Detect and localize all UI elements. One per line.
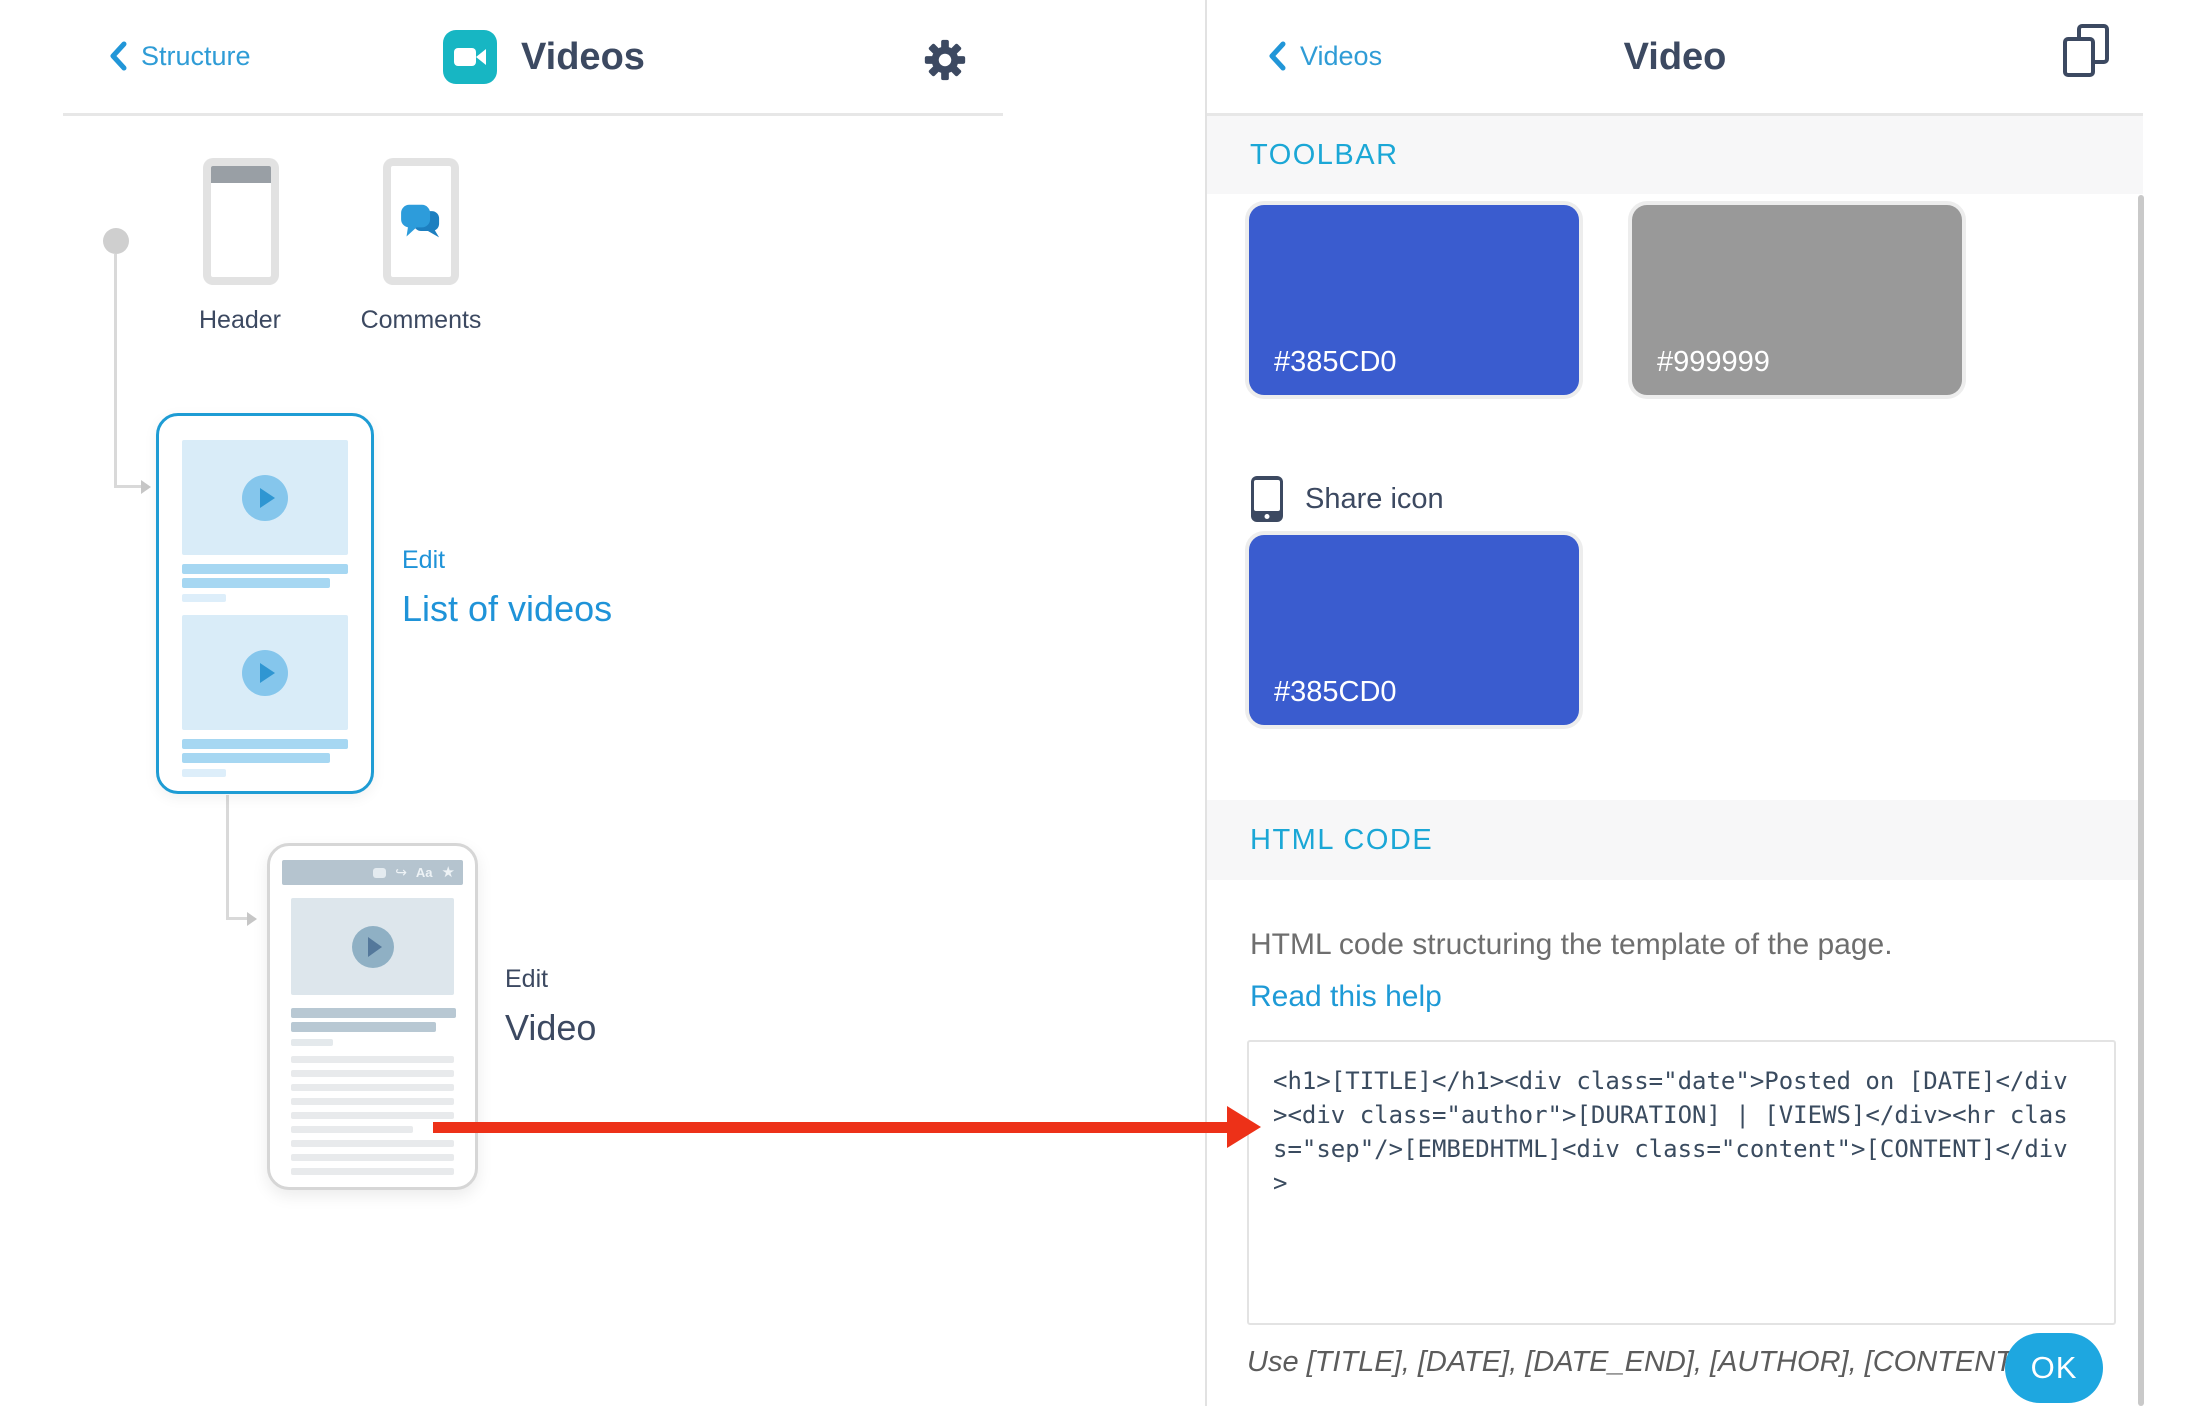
decor-line xyxy=(291,1154,454,1161)
node-video-thumbnail[interactable]: ↪ Aa ★ xyxy=(267,843,478,1190)
edit-video[interactable]: Edit Video xyxy=(505,965,596,1049)
swatch-hex-label: #385CD0 xyxy=(1274,676,1397,709)
toolbar-color-swatch[interactable]: #999999 xyxy=(1632,205,1962,395)
html-code-section-heading: HTML CODE xyxy=(1250,824,1433,857)
video-thumb-shape xyxy=(182,440,348,555)
comments-bubbles-icon xyxy=(399,203,443,241)
video-section-icon xyxy=(443,30,497,84)
connector-arrow-icon xyxy=(247,912,257,926)
back-to-structure-link[interactable]: Structure xyxy=(108,40,251,72)
decor-line xyxy=(182,769,226,777)
page-front-shape xyxy=(2063,37,2095,77)
swatch-hex-label: #999999 xyxy=(1657,346,1770,379)
flow-start-dot xyxy=(103,228,129,254)
connector-line xyxy=(114,254,117,487)
camera-icon xyxy=(454,48,476,66)
decor-line xyxy=(291,1126,413,1133)
toolbar-color-swatch[interactable]: #385CD0 xyxy=(1249,205,1579,395)
device-screen-shape xyxy=(1254,480,1280,511)
text-lines-shape xyxy=(291,1056,463,1175)
share-icon-row: Share icon xyxy=(1251,476,1444,522)
play-icon xyxy=(352,926,394,968)
mini-phone-screen xyxy=(391,166,451,277)
settings-gear-icon[interactable] xyxy=(921,36,969,84)
connector-arrow-icon xyxy=(141,480,151,494)
video-settings-panel: Videos Video TOOLBAR #385CD0 #999999 Sha… xyxy=(1205,0,2143,1406)
structure-panel-header: Structure Videos xyxy=(0,0,1203,116)
play-icon xyxy=(242,475,288,521)
placeholders-hint: Use [TITLE], [DATE], [DATE_END], [AUTHOR… xyxy=(1247,1346,2021,1379)
red-arrow-line xyxy=(433,1122,1229,1133)
decor-line xyxy=(182,594,226,602)
node-header-thumbnail[interactable] xyxy=(203,158,279,285)
video-panel-header: Videos Video xyxy=(1207,0,2143,116)
camera-lens-icon xyxy=(476,49,486,65)
toolbar-section-heading: TOOLBAR xyxy=(1250,139,1399,172)
decor-line xyxy=(291,1098,454,1105)
decor-line xyxy=(291,1008,456,1018)
node-header-label: Header xyxy=(160,306,320,335)
edit-label[interactable]: Edit xyxy=(402,546,612,575)
decor-line xyxy=(291,1022,436,1032)
video-thumb-shape xyxy=(291,898,454,995)
decor-line xyxy=(291,1112,454,1119)
decor-line xyxy=(182,753,330,763)
connector-line xyxy=(114,485,141,488)
section-title-group: Videos xyxy=(443,30,645,84)
html-code-input[interactable]: <h1>[TITLE]</h1><div class="date">Posted… xyxy=(1247,1040,2116,1325)
node-comments-thumbnail[interactable] xyxy=(383,158,459,285)
decor-line xyxy=(182,739,348,749)
header-bar-shape xyxy=(211,166,271,183)
video-list-item-shape xyxy=(182,440,348,602)
comment-bubble-icon xyxy=(373,868,386,878)
play-icon xyxy=(242,650,288,696)
html-code-section-header: HTML CODE xyxy=(1207,800,2143,880)
connector-line xyxy=(226,795,229,920)
edit-label[interactable]: Edit xyxy=(505,965,596,994)
node-list-of-videos-thumbnail[interactable] xyxy=(156,413,374,794)
video-label[interactable]: Video xyxy=(505,1007,596,1049)
device-icon xyxy=(1251,476,1283,522)
header-divider xyxy=(63,113,1003,116)
decor-line xyxy=(291,1168,454,1175)
red-arrow-head-icon xyxy=(1227,1106,1261,1148)
decor-line xyxy=(291,1084,454,1091)
phone-toolbar-shape: ↪ Aa ★ xyxy=(282,860,463,885)
chevron-left-icon xyxy=(108,40,128,72)
decor-line xyxy=(291,1140,454,1147)
decor-line xyxy=(182,578,330,588)
font-size-icon: Aa xyxy=(416,865,433,880)
ok-button[interactable]: OK xyxy=(2005,1333,2103,1403)
list-of-videos-label[interactable]: List of videos xyxy=(402,588,612,630)
mini-phone-screen xyxy=(211,166,271,277)
share-icon-label: Share icon xyxy=(1305,483,1444,516)
structure-panel: Structure Videos xyxy=(0,0,1203,1406)
duplicate-page-icon[interactable] xyxy=(2061,24,2117,84)
html-code-description: HTML code structuring the template of th… xyxy=(1250,928,1893,962)
panel-title: Video xyxy=(1207,36,2143,79)
decor-line xyxy=(182,564,348,574)
star-icon: ★ xyxy=(442,865,455,880)
gear-icon xyxy=(921,36,969,84)
app-window: Structure Videos xyxy=(0,0,2200,1406)
back-link-label: Structure xyxy=(141,41,251,72)
decor-line xyxy=(291,1056,454,1063)
swatch-hex-label: #385CD0 xyxy=(1274,346,1397,379)
toolbar-section-header: TOOLBAR xyxy=(1207,116,2143,194)
share-arrow-icon: ↪ xyxy=(395,866,407,880)
connector-line xyxy=(226,917,247,920)
read-this-help-link[interactable]: Read this help xyxy=(1250,980,1442,1014)
decor-line xyxy=(291,1039,333,1046)
node-comments-label: Comments xyxy=(341,306,501,335)
page-title: Videos xyxy=(521,36,645,79)
edit-list-of-videos[interactable]: Edit List of videos xyxy=(402,546,612,630)
video-list-item-shape xyxy=(182,615,348,777)
panel-scrollbar[interactable] xyxy=(2138,195,2144,1406)
share-icon-color-swatch[interactable]: #385CD0 xyxy=(1249,535,1579,725)
video-thumb-shape xyxy=(182,615,348,730)
decor-line xyxy=(291,1070,454,1077)
